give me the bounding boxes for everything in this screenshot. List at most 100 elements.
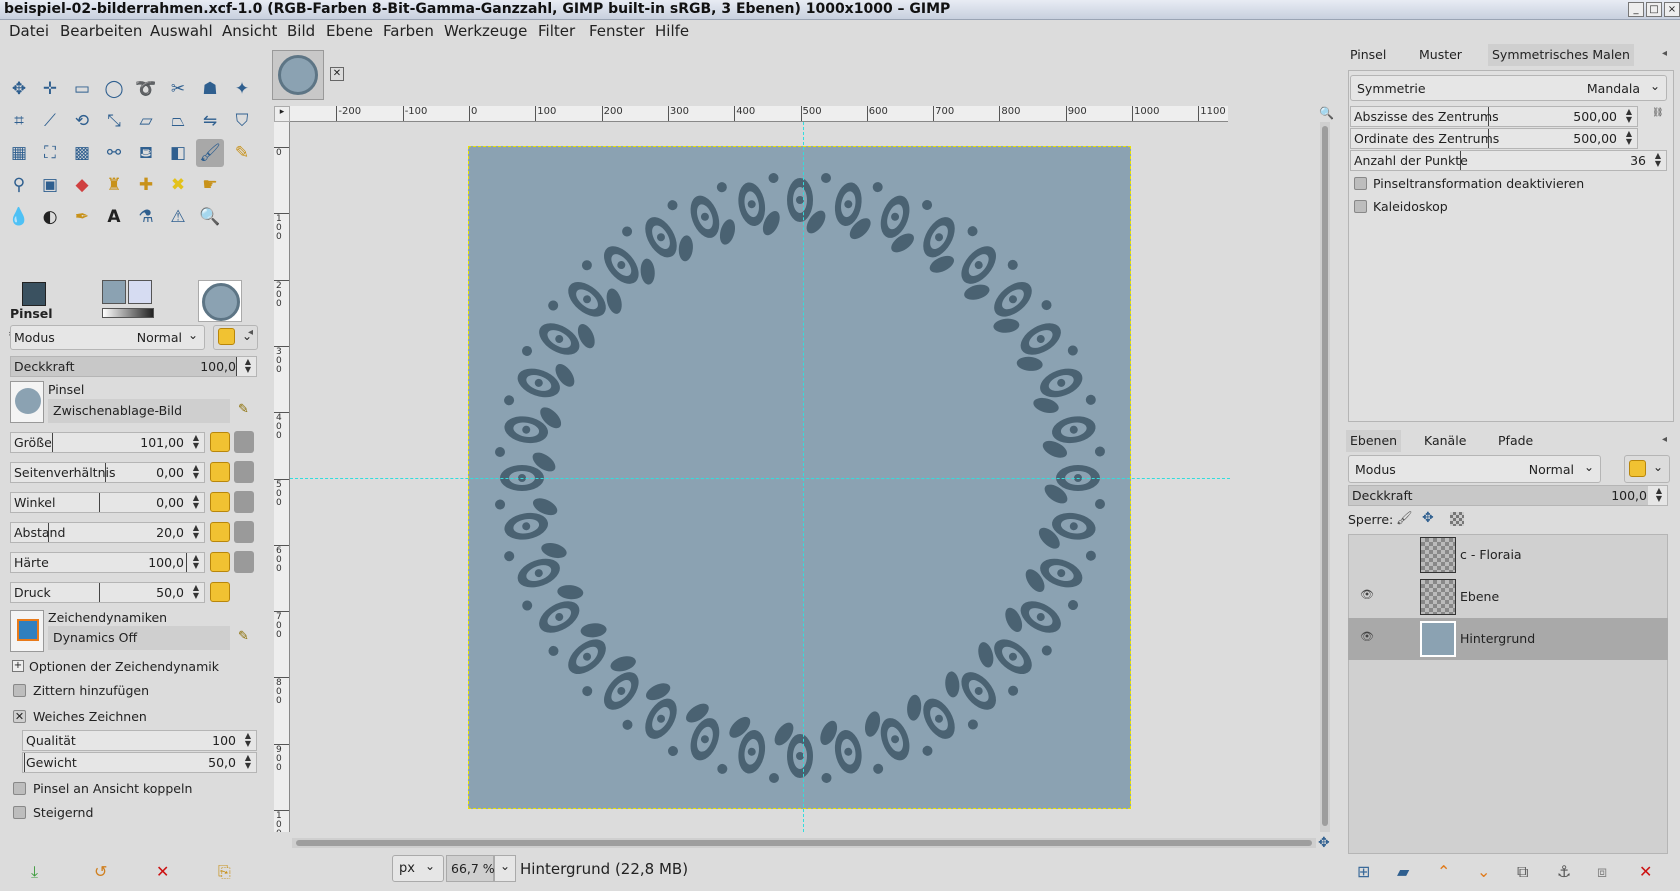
crop-tool-icon[interactable]: ⌗ [5,107,33,135]
layer-row-selected[interactable]: 👁 Hintergrund [1348,618,1668,660]
mypaint-brush-icon[interactable]: ▣ [36,171,64,199]
angle-slider[interactable]: Winkel 0,00 ▲ ▼ [10,492,205,513]
spin-icon[interactable]: ▲ ▼ [242,358,254,375]
close-icon[interactable]: × [1664,2,1680,17]
navigation-icon[interactable]: ✥ [1318,835,1330,851]
menu-auswahl[interactable]: Auswahl [150,22,213,40]
spin-icon[interactable]: ▲ ▼ [190,434,202,451]
paintbrush-tool-icon[interactable]: 🖌 [196,139,224,167]
points-slider[interactable]: Anzahl der Punkte 36 ▲ ▼ [1350,150,1667,171]
tab-brushes[interactable]: Pinsel [1346,44,1390,66]
size-link-icon[interactable] [234,431,254,453]
new-layer-group-icon[interactable]: ▰ [1397,862,1409,881]
foreground-color-swatch[interactable] [22,282,46,306]
quality-slider[interactable]: Qualität 100 ▲ ▼ [22,730,257,751]
mode-reset-button[interactable]: ⌄ [213,325,258,350]
mode-dropdown[interactable]: Modus Normal ⌄ [10,325,205,350]
spin-icon[interactable]: ▲ ▼ [190,554,202,571]
dynamics-options-expander[interactable]: Optionen der Zeichendynamik [29,659,219,674]
ellipse-select-icon[interactable]: ◯ [100,75,128,103]
smooth-checkbox[interactable]: ✕ [13,710,26,723]
delete-options-icon[interactable]: ✕ [156,862,169,881]
image-tab-thumbnail[interactable] [272,50,324,100]
spin-icon[interactable]: ▲ ▼ [190,584,202,601]
jitter-checkbox[interactable] [13,684,26,697]
menu-bearbeiten[interactable]: Bearbeiten [60,22,142,40]
horizontal-scrollbar[interactable] [292,838,1316,848]
center-x-slider[interactable]: Abszisse des Zentrums 500,00 ▲ ▼ [1350,106,1638,127]
smudge-tool-icon[interactable]: ☛ [196,171,224,199]
minimize-icon[interactable]: _ [1628,2,1644,17]
menu-hilfe[interactable]: Hilfe [655,22,689,40]
spin-icon[interactable]: ▲ ▼ [190,494,202,511]
scale-tool-icon[interactable]: ⤡ [100,107,128,135]
layer-opacity-slider[interactable]: Deckkraft 100,0 ▲ ▼ [1348,485,1668,506]
close-tab-icon[interactable]: ✕ [330,67,344,81]
lower-layer-icon[interactable]: ⌄ [1477,862,1490,881]
flip-tool-icon[interactable]: ⇋ [196,107,224,135]
spacing-link-icon[interactable] [234,521,254,543]
menu-datei[interactable]: Datei [9,22,49,40]
perspective-tool-icon[interactable]: ⏢ [164,107,192,135]
spin-icon[interactable]: ▲ ▼ [1653,487,1665,504]
shear-tool-icon[interactable]: ▱ [132,107,160,135]
ink-tool-icon[interactable]: ✒ [68,203,96,231]
handle-transform-icon[interactable]: ⛶ [36,139,64,167]
unit-dropdown[interactable]: px ⌄ [392,855,444,882]
layer-row[interactable]: c - Floraia [1348,534,1668,576]
delete-layer-icon[interactable]: ✕ [1639,862,1652,881]
menu-ebene[interactable]: Ebene [326,22,373,40]
image-preview[interactable] [198,280,242,322]
align-tool-icon[interactable]: ✛ [36,75,64,103]
spin-icon[interactable]: ▲ ▼ [242,754,254,771]
hardness-reset-icon[interactable] [210,552,230,572]
brush-name-field[interactable]: Zwischenablage-Bild [48,399,230,423]
current-gradient-preview[interactable] [102,308,154,318]
pencil-tool-icon[interactable]: ✎ [228,139,256,167]
spin-icon[interactable]: ▲ ▼ [1652,152,1664,169]
scissors-icon[interactable]: ✂ [164,75,192,103]
restore-options-icon[interactable]: ↺ [94,862,107,881]
dynamics-selector-button[interactable] [10,610,44,652]
spacing-slider[interactable]: Abstand 20,0 ▲ ▼ [10,522,205,543]
aspect-link-icon[interactable] [234,461,254,483]
lock-position-icon[interactable]: ✥ [1422,510,1434,526]
size-reset-icon[interactable] [210,432,230,452]
menu-farben[interactable]: Farben [383,22,434,40]
dynamics-name-field[interactable]: Dynamics Off [48,626,230,650]
spin-icon[interactable]: ▲ ▼ [190,464,202,481]
clone-tool-icon[interactable]: ♜ [100,171,128,199]
menu-fenster[interactable]: Fenster [589,22,645,40]
hardness-link-icon[interactable] [234,551,254,573]
tab-layers[interactable]: Ebenen [1346,430,1402,452]
menu-ansicht[interactable]: Ansicht [222,22,277,40]
airbrush-tool-icon[interactable]: ⚲ [5,171,33,199]
chain-link-icon[interactable]: ⛓ [1652,108,1663,150]
duplicate-layer-icon[interactable]: ⧉ [1517,862,1528,882]
brush-selector-button[interactable] [10,381,44,423]
menu-werkzeuge[interactable]: Werkzeuge [444,22,527,40]
lock-alpha-icon[interactable] [1450,512,1464,526]
aspect-ratio-slider[interactable]: Seitenverhältnis 0,00 ▲ ▼ [10,462,205,483]
spin-icon[interactable]: ▲ ▼ [242,732,254,749]
reset-options-icon[interactable]: ⎘ [218,862,231,882]
quickmask-icon[interactable]: ▸ [274,106,290,122]
opacity-slider[interactable]: Deckkraft 100,0 ▲ ▼ [10,356,257,377]
eraser-tool-icon[interactable]: ◆ [68,171,96,199]
dock-menu-icon[interactable]: ◂ [1662,48,1667,59]
menu-filter[interactable]: Filter [538,22,575,40]
free-select-icon[interactable]: ➰ [132,75,160,103]
unified-transform-icon[interactable]: ⟋ [36,107,64,135]
disable-transform-checkbox[interactable] [1354,177,1367,190]
color-picker-icon[interactable]: ⚗ [132,203,160,231]
maximize-icon[interactable]: □ [1646,2,1662,17]
anchor-layer-icon[interactable]: ⚓ [1557,862,1571,881]
gradient-tool-icon[interactable]: ◧ [164,139,192,167]
warp-tool-icon[interactable]: ▦ [5,139,33,167]
angle-reset-icon[interactable] [210,492,230,512]
force-reset-icon[interactable] [210,582,230,602]
fuzzy-select-icon[interactable]: ✦ [228,75,256,103]
merge-layer-icon[interactable]: ⧈ [1597,862,1607,882]
spin-icon[interactable]: ▲ ▼ [190,524,202,541]
menu-bild[interactable]: Bild [287,22,315,40]
